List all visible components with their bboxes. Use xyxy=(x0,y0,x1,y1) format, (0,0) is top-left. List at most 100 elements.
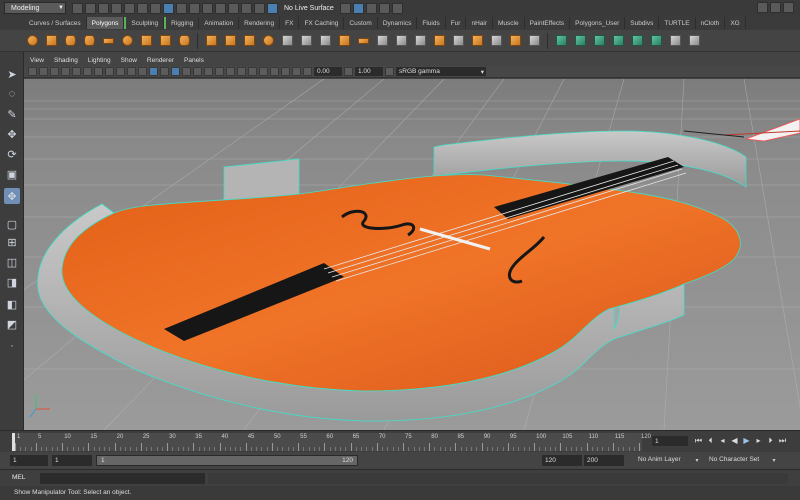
menu-view[interactable]: View xyxy=(30,57,44,64)
exposure-field[interactable]: 0.00 xyxy=(314,67,342,76)
menu-show[interactable]: Show xyxy=(121,57,137,64)
chevron-down-icon[interactable]: ▾ xyxy=(769,455,779,466)
textured-icon[interactable] xyxy=(182,67,191,76)
script-language-label[interactable]: MEL xyxy=(12,474,25,481)
time-slider-track[interactable]: 1 5 10 15 20 25 30 35 40 45 50 55 60 65 70 75 80 85 90 95 10… xyxy=(12,433,651,451)
go-to-end-icon[interactable]: ⏭ xyxy=(778,435,787,446)
tab-dynamics[interactable]: Dynamics xyxy=(378,17,418,29)
automatic-map-icon[interactable] xyxy=(629,33,645,49)
tab-muscle[interactable]: Muscle xyxy=(493,17,525,29)
tab-turtle[interactable]: TURTLE xyxy=(659,17,696,29)
attribute-editor-icon[interactable] xyxy=(757,2,768,13)
tool-settings-icon[interactable] xyxy=(770,2,781,13)
construction-icon[interactable] xyxy=(254,2,265,14)
undo-icon[interactable] xyxy=(111,2,122,14)
input-ops-icon[interactable] xyxy=(339,2,351,14)
tab-nhair[interactable]: nHair xyxy=(466,17,493,29)
select-object-icon[interactable] xyxy=(150,2,161,14)
camera-attributes-icon[interactable] xyxy=(39,67,48,76)
insert-edge-loop-icon[interactable] xyxy=(431,33,447,49)
bridge-icon[interactable] xyxy=(355,33,371,49)
tab-fluids[interactable]: Fluids xyxy=(417,17,446,29)
lasso-icon[interactable]: ◌ xyxy=(4,86,20,102)
uv-editor-icon[interactable] xyxy=(553,33,569,49)
step-forward-key-icon[interactable]: ⏵ xyxy=(766,435,775,446)
poly-pipe-icon[interactable] xyxy=(176,33,192,49)
color-management-icon[interactable] xyxy=(385,67,394,76)
paint-select-icon[interactable]: ✎ xyxy=(4,106,20,122)
bookmark-icon[interactable] xyxy=(50,67,59,76)
ambient-occlusion-icon[interactable] xyxy=(215,67,224,76)
render-view-icon[interactable] xyxy=(352,2,364,14)
chevron-down-icon[interactable]: ▾ xyxy=(692,455,702,466)
play-backwards-icon[interactable]: ◀ xyxy=(730,435,739,446)
snap-point-icon[interactable] xyxy=(202,2,213,14)
snap-curve-icon[interactable] xyxy=(189,2,200,14)
animation-end-field[interactable]: 200 xyxy=(584,455,624,466)
grid-icon[interactable] xyxy=(72,67,81,76)
tab-fur[interactable]: Fur xyxy=(446,17,467,29)
combine-icon[interactable] xyxy=(203,33,219,49)
custom-layout-icon[interactable]: · xyxy=(4,338,20,354)
tab-ncloth[interactable]: nCloth xyxy=(696,17,726,29)
magnet-icon[interactable] xyxy=(267,2,278,14)
poly-cylinder-icon[interactable] xyxy=(62,33,78,49)
smooth-shade-icon[interactable] xyxy=(160,67,169,76)
film-gate-icon[interactable] xyxy=(83,67,92,76)
menu-renderer[interactable]: Renderer xyxy=(147,57,174,64)
arrow-icon[interactable]: ➤ xyxy=(4,66,20,82)
spherical-map-icon[interactable] xyxy=(610,33,626,49)
rotate-tool-icon[interactable]: ⟳ xyxy=(4,146,20,162)
layout-uv-icon[interactable] xyxy=(648,33,664,49)
xray-components-icon[interactable] xyxy=(292,67,301,76)
extract-icon[interactable] xyxy=(241,33,257,49)
boolean-difference-icon[interactable] xyxy=(298,33,314,49)
move-tool-icon[interactable]: ✥ xyxy=(4,126,20,142)
four-view-icon[interactable]: ⊞ xyxy=(4,234,20,250)
render-settings-icon[interactable] xyxy=(391,2,403,14)
step-back-frame-icon[interactable]: ◂ xyxy=(718,435,727,446)
menu-lighting[interactable]: Lighting xyxy=(88,57,111,64)
poly-plane-icon[interactable] xyxy=(100,33,116,49)
bevel-icon[interactable] xyxy=(469,33,485,49)
offset-edge-loop-icon[interactable] xyxy=(450,33,466,49)
fill-hole-icon[interactable] xyxy=(393,33,409,49)
open-scene-icon[interactable] xyxy=(85,2,96,14)
snap-view-icon[interactable] xyxy=(215,2,226,14)
snap-surface-icon[interactable] xyxy=(228,2,239,14)
xray-joints-icon[interactable] xyxy=(281,67,290,76)
tab-polygons[interactable]: Polygons xyxy=(86,17,125,29)
new-scene-icon[interactable] xyxy=(72,2,83,14)
time-slider[interactable]: 1 5 10 15 20 25 30 35 40 45 50 55 60 65 70 75 80 85 90 95 10… xyxy=(0,430,800,452)
paint-weights-icon[interactable] xyxy=(686,33,702,49)
show-manipulator-icon[interactable]: ✥ xyxy=(4,188,20,204)
tab-rigging[interactable]: Rigging xyxy=(164,17,200,29)
select-hierarchy-icon[interactable] xyxy=(137,2,148,14)
split-polygon-icon[interactable] xyxy=(412,33,428,49)
tab-painteffects[interactable]: PaintEffects xyxy=(525,17,571,29)
collapse-icon[interactable] xyxy=(526,33,542,49)
command-input[interactable] xyxy=(40,473,205,484)
append-polygon-icon[interactable] xyxy=(374,33,390,49)
target-weld-icon[interactable] xyxy=(507,33,523,49)
wireframe-on-shaded-icon[interactable] xyxy=(171,67,180,76)
boolean-union-icon[interactable] xyxy=(279,33,295,49)
tab-curves-surfaces[interactable]: Curves / Surfaces xyxy=(24,17,87,29)
wireframe-icon[interactable] xyxy=(149,67,158,76)
tab-subdivs[interactable]: Subdivs xyxy=(625,17,660,29)
xray-icon[interactable] xyxy=(270,67,279,76)
gate-mask-icon[interactable] xyxy=(105,67,114,76)
cylindrical-map-icon[interactable] xyxy=(591,33,607,49)
resolution-gate-icon[interactable] xyxy=(94,67,103,76)
depth-of-field-icon[interactable] xyxy=(248,67,257,76)
poly-prism-icon[interactable] xyxy=(138,33,154,49)
menu-panels[interactable]: Panels xyxy=(184,57,204,64)
hypershade-layout-icon[interactable]: ◧ xyxy=(4,296,20,312)
snap-grid-icon[interactable] xyxy=(176,2,187,14)
safe-action-icon[interactable] xyxy=(127,67,136,76)
play-icon[interactable]: ▶ xyxy=(742,435,751,446)
channel-box-icon[interactable] xyxy=(783,2,794,13)
select-component-icon[interactable] xyxy=(163,2,174,14)
gamma-field[interactable]: 1.00 xyxy=(355,67,383,76)
scale-tool-icon[interactable]: ▣ xyxy=(4,166,20,182)
